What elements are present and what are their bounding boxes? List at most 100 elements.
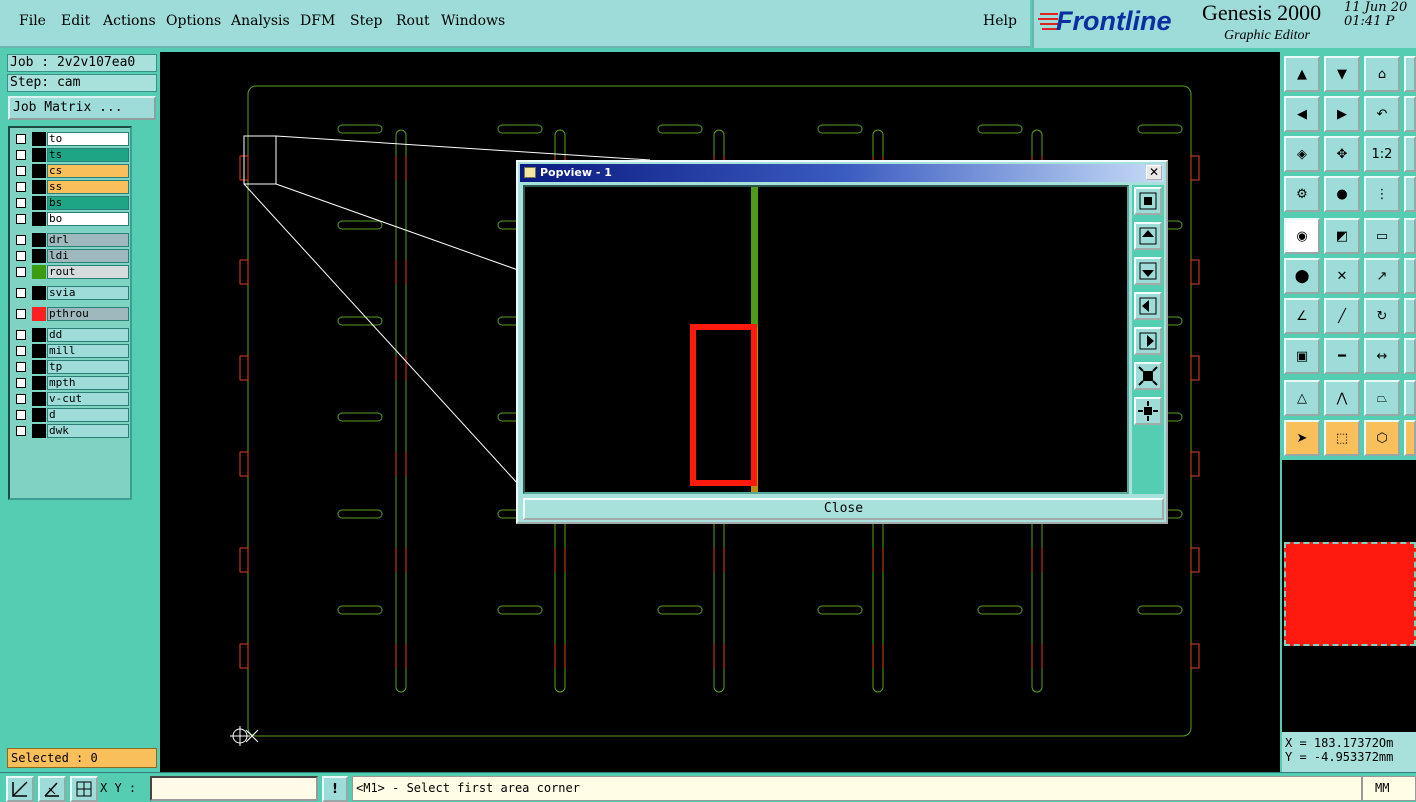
layer-checkbox[interactable] [16,198,26,208]
layer-label[interactable]: ts [47,148,129,162]
arc-button[interactable]: ↻ [1364,298,1400,334]
netlist-button[interactable]: ⋮ [1364,176,1400,212]
menu-analysis[interactable]: Analysis [231,13,290,29]
layer-row-rout[interactable]: rout [12,265,129,279]
layer-label[interactable]: rout [47,265,129,279]
layer-color-swatch[interactable] [32,180,46,194]
layer-label[interactable]: cs [47,164,129,178]
toolbar-overflow-button[interactable] [1404,380,1416,416]
pv-pan-down-button[interactable] [1134,257,1162,285]
select-poly-button[interactable]: ⬡ [1364,420,1400,456]
layer-color-swatch[interactable] [32,360,46,374]
layer-row-mill[interactable]: mill [12,344,129,358]
line-angle-button[interactable]: ∠ [1284,298,1320,334]
move-down-button[interactable]: ▼ [1324,56,1360,92]
layer-checkbox[interactable] [16,362,26,372]
layer-label[interactable]: mill [47,344,129,358]
toolbar-overflow-button[interactable] [1404,56,1416,92]
layer-checkbox[interactable] [16,378,26,388]
layer-row-ts[interactable]: ts [12,148,129,162]
layer-color-swatch[interactable] [32,328,46,342]
layer-label[interactable]: dwk [47,424,129,438]
layer-row-dwk[interactable]: dwk [12,424,129,438]
layer-row-to[interactable]: to [12,132,129,146]
move-right-button[interactable]: ▶ [1324,96,1360,132]
layer-checkbox[interactable] [16,346,26,356]
layer-label[interactable]: to [47,132,129,146]
ruler-button[interactable]: ▭ [1364,218,1400,254]
layer-checkbox[interactable] [16,410,26,420]
snap-button[interactable] [6,776,34,802]
layer-color-swatch[interactable] [32,233,46,247]
pv-zoom-fit-button[interactable] [1134,187,1162,215]
xy-input[interactable] [150,776,318,801]
layer-label[interactable]: svia [47,286,129,300]
layer-label[interactable]: d [47,408,129,422]
popview-canvas[interactable] [523,185,1129,494]
menu-help[interactable]: Help [983,13,1017,29]
layer-color-swatch[interactable] [32,286,46,300]
line-button[interactable]: ╱ [1324,298,1360,334]
triangle-button[interactable]: △ [1284,380,1320,416]
grid-button[interactable] [70,776,98,802]
layer-row-drl[interactable]: drl [12,233,129,247]
layer-label[interactable]: bs [47,196,129,210]
measure-button[interactable] [38,776,66,802]
layer-checkbox[interactable] [16,166,26,176]
layer-color-swatch[interactable] [32,132,46,146]
segment-button[interactable]: ━ [1324,338,1360,374]
popview-close-button[interactable]: Close [523,498,1164,520]
node-button[interactable]: ⬤ [1284,258,1320,294]
popview-titlebar[interactable]: Popview - 1 ✕ [520,164,1164,182]
pv-zoom-in-button[interactable] [1134,362,1162,390]
layer-color-swatch[interactable] [32,424,46,438]
layer-color-swatch[interactable] [32,376,46,390]
layer-row-ss[interactable]: ss [12,180,129,194]
pv-pan-left-button[interactable] [1134,292,1162,320]
select-box-button[interactable]: ⬚ [1324,420,1360,456]
layer-label[interactable]: tp [47,360,129,374]
layer-row-cs[interactable]: cs [12,164,129,178]
toolbar-overflow-button[interactable] [1404,218,1416,254]
layer-label[interactable]: pthrou [47,307,129,321]
layer-label[interactable]: v-cut [47,392,129,406]
layer-color-swatch[interactable] [32,148,46,162]
toolbar-overflow-button[interactable] [1404,298,1416,334]
toolbar-overflow-button[interactable] [1404,258,1416,294]
undo-view-button[interactable]: ↶ [1364,96,1400,132]
layer-label[interactable]: ldi [47,249,129,263]
zoom-home-button[interactable]: ✥ [1324,136,1360,172]
layer-row-dd[interactable]: dd [12,328,129,342]
layer-row-pthrou[interactable]: pthrou [12,307,129,321]
menu-dfm[interactable]: DFM [300,13,335,29]
layer-checkbox[interactable] [16,214,26,224]
layer-checkbox[interactable] [16,235,26,245]
pv-pan-right-button[interactable] [1134,327,1162,355]
layer-label[interactable]: ss [47,180,129,194]
menu-rout[interactable]: Rout [396,13,430,29]
layer-color-swatch[interactable] [32,196,46,210]
menu-edit[interactable]: Edit [61,13,90,29]
menu-step[interactable]: Step [350,13,382,29]
home-button[interactable]: ⌂ [1364,56,1400,92]
pad-move-button[interactable]: ▣ [1284,338,1320,374]
zoom-fit-button[interactable]: ◈ [1284,136,1320,172]
layer-row-tp[interactable]: tp [12,360,129,374]
layer-row-d[interactable]: d [12,408,129,422]
layer-color-swatch[interactable] [32,164,46,178]
move-left-button[interactable]: ◀ [1284,96,1320,132]
layer-row-svia[interactable]: svia [12,286,129,300]
menu-options[interactable]: Options [166,13,221,29]
layer-color-swatch[interactable] [32,344,46,358]
job-matrix-button[interactable]: Job Matrix ... [8,96,156,120]
layer-checkbox[interactable] [16,288,26,298]
pad-button[interactable]: ◉ [1284,218,1320,254]
select-arrow-button[interactable]: ➤ [1284,420,1320,456]
layer-color-swatch[interactable] [32,249,46,263]
layer-label[interactable]: dd [47,328,129,342]
layer-color-swatch[interactable] [32,307,46,321]
layer-checkbox[interactable] [16,267,26,277]
dimension-button[interactable]: ↔ [1364,338,1400,374]
info-icon[interactable]: ! [322,776,348,802]
layer-row-bo[interactable]: bo [12,212,129,226]
